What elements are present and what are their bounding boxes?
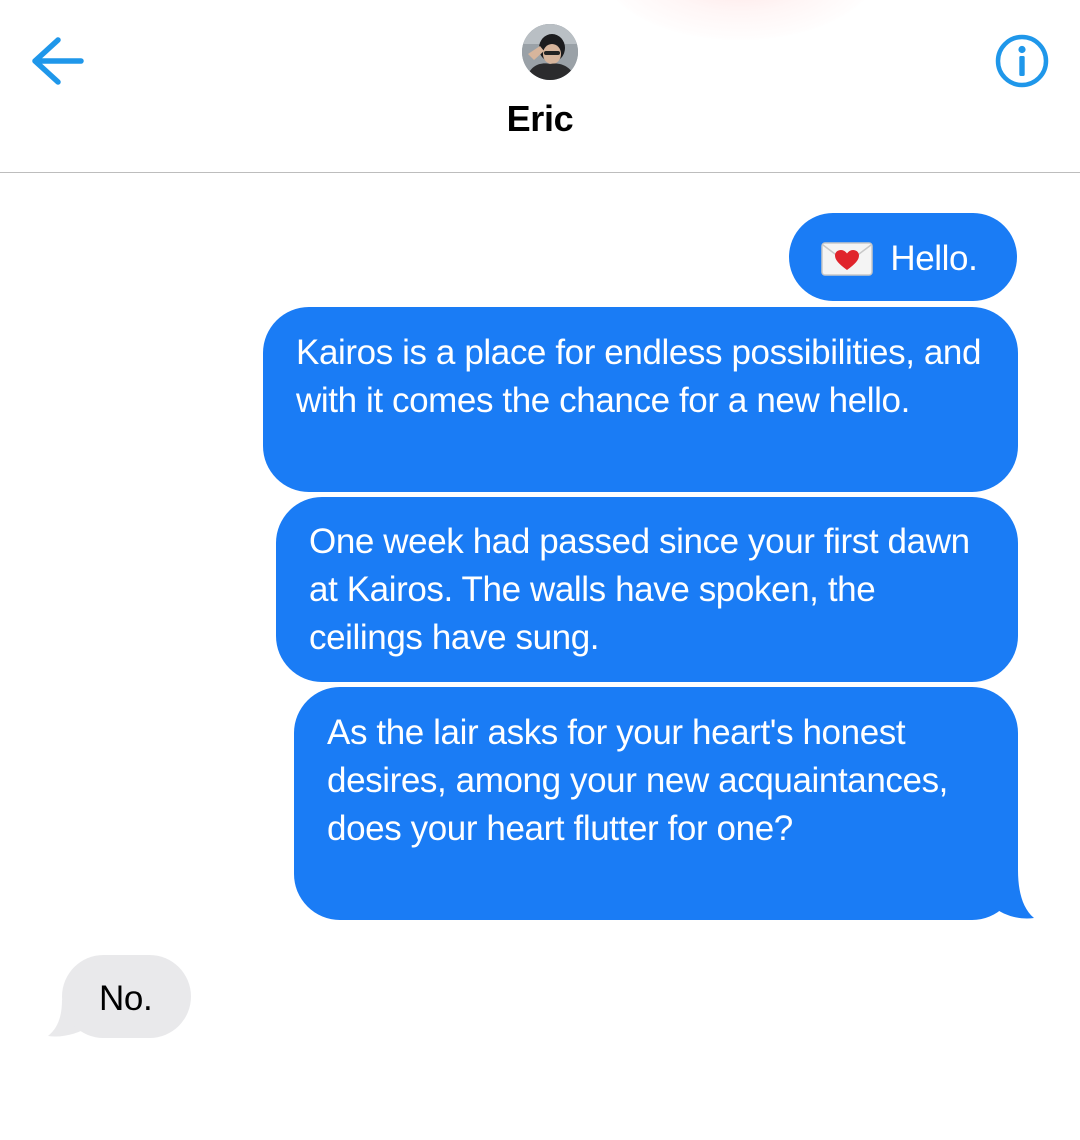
conversation-header: Eric bbox=[0, 0, 1080, 173]
message-text: Hello. bbox=[890, 239, 978, 278]
message-bubble-outgoing[interactable]: Hello. bbox=[789, 213, 1017, 301]
info-circle-icon bbox=[995, 34, 1049, 88]
message-bubble-incoming[interactable]: No. bbox=[62, 955, 191, 1038]
conversation-screen: Eric Hello. Kairos is a place for endles… bbox=[0, 0, 1080, 1140]
contact-avatar[interactable] bbox=[522, 24, 578, 80]
contact-name[interactable]: Eric bbox=[0, 98, 1080, 140]
back-button[interactable] bbox=[28, 32, 86, 90]
message-text: Kairos is a place for endless possibilit… bbox=[296, 333, 982, 420]
bubble-tail-outgoing bbox=[980, 870, 1034, 919]
love-letter-icon bbox=[821, 242, 873, 276]
message-text: As the lair asks for your heart's honest… bbox=[327, 713, 949, 848]
avatar-photo bbox=[522, 24, 578, 80]
message-text: One week had passed since your first daw… bbox=[309, 522, 970, 657]
info-button[interactable] bbox=[994, 33, 1050, 89]
message-bubble-outgoing[interactable]: One week had passed since your first daw… bbox=[276, 497, 1018, 682]
message-bubble-outgoing[interactable]: Kairos is a place for endless possibilit… bbox=[263, 307, 1018, 492]
message-text: No. bbox=[99, 979, 153, 1018]
message-bubble-outgoing[interactable]: As the lair asks for your heart's honest… bbox=[294, 687, 1018, 920]
arrow-left-icon bbox=[32, 37, 84, 85]
